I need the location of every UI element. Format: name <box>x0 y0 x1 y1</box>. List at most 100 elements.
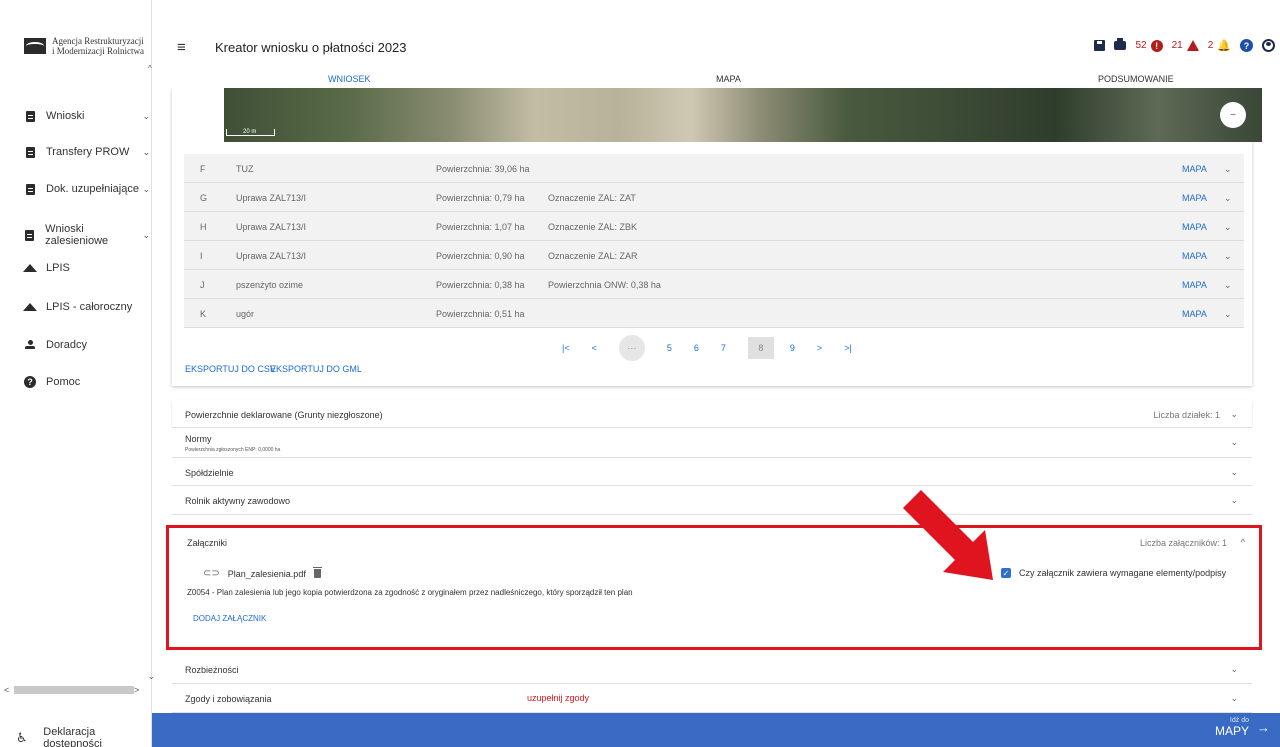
section-cooperatives[interactable]: Spółdzielnie ⌄ <box>172 458 1252 486</box>
chevron-down-icon[interactable]: ⌄ <box>1224 280 1232 291</box>
export-csv-link[interactable]: EKSPORTUJ DO CSV <box>185 364 276 374</box>
notifications-indicator[interactable]: 2 🔔 <box>1208 39 1231 52</box>
parcel-map-link[interactable]: MAPA <box>1182 222 1207 232</box>
sidebar-item-transfery-prow[interactable]: Transfery PROW ⌄ <box>24 146 150 158</box>
attachments-section: Załączniki Liczba załączników: 1 ^ ⊂⊃ Pl… <box>166 525 1262 650</box>
pager-ellipsis[interactable]: ··· <box>618 335 645 361</box>
logo-line2: i Modernizacji Rolnictwa <box>52 46 144 56</box>
chevron-down-icon[interactable]: ⌄ <box>1224 222 1232 233</box>
section-label: Zgody i zobowiązania <box>185 694 272 704</box>
error-icon: ! <box>1150 39 1163 52</box>
chevron-up-icon[interactable]: ^ <box>1241 537 1245 547</box>
section-sublabel: Powierzchnia zgłoszonych ENP: 0,0000 ha <box>185 447 281 453</box>
chevron-down-icon[interactable]: ⌄ <box>1224 309 1232 320</box>
chevron-down-icon[interactable]: ⌄ <box>1224 164 1232 175</box>
section-declared-areas[interactable]: Powierzchnie deklarowane (Grunty niezgło… <box>172 400 1252 428</box>
page-button[interactable]: 6 <box>694 343 699 353</box>
scroll-right-icon[interactable]: > <box>134 685 144 695</box>
parcel-map-link[interactable]: MAPA <box>1182 193 1207 203</box>
section-discrepancies[interactable]: Rozbieżności ⌄ <box>172 655 1252 684</box>
tab-mapa[interactable]: MAPA <box>716 74 741 84</box>
parcel-row-i[interactable]: I Uprawa ZAL713/I Powierzchnia: 0,90 ha … <box>184 241 1244 270</box>
sidebar-item-doradcy[interactable]: Doradcy <box>24 339 150 351</box>
chevron-down-icon[interactable]: ⌄ <box>1224 193 1232 204</box>
parcel-map-link[interactable]: MAPA <box>1182 309 1207 319</box>
required-elements-checkbox-row[interactable]: ✓ Czy załącznik zawiera wymagane element… <box>1001 568 1226 578</box>
parcel-row-j[interactable]: J pszenżyto ozime Powierzchnia: 0,38 ha … <box>184 270 1244 299</box>
print-button[interactable] <box>1114 38 1127 50</box>
accessibility-icon: ♿ <box>16 730 28 745</box>
export-gml-link[interactable]: EKSPORTUJ DO GML <box>270 364 362 374</box>
attachment-file-name[interactable]: Plan_zalesienia.pdf <box>228 569 306 579</box>
page-button[interactable]: 9 <box>790 343 795 353</box>
logo-text: Agencja Restrukturyzacji i Modernizacji … <box>52 36 144 56</box>
add-attachment-button[interactable]: DODAJ ZAŁĄCZNIK <box>193 614 266 623</box>
sidebar-item-dok-uzupelniajace[interactable]: Dok. uzupełniające ⌄ <box>24 183 150 195</box>
sidebar-item-lpis[interactable]: LPIS <box>23 262 150 274</box>
goto-map-button[interactable]: Idź do MAPY → <box>1215 717 1270 738</box>
parcel-map-link[interactable]: MAPA <box>1182 280 1207 290</box>
parcel-id: K <box>200 309 207 319</box>
arrow-right-icon: → <box>1257 720 1270 735</box>
sidebar-horizontal-scrollbar[interactable]: < > <box>4 684 148 696</box>
sidebar-item-label: LPIS <box>46 262 70 274</box>
parcel-area: Powierzchnia: 0,90 ha <box>436 251 525 261</box>
first-page-button[interactable]: |< <box>562 343 570 353</box>
parcel-area: Powierzchnia: 39,06 ha <box>436 164 530 174</box>
sidebar-item-label: Wnioski zalesieniowe <box>45 223 109 247</box>
bell-icon: 🔔 <box>1217 40 1231 52</box>
menu-icon[interactable]: ≡ <box>177 39 186 56</box>
arimr-logo[interactable]: Agencja Restrukturyzacji i Modernizacji … <box>24 36 144 56</box>
sidebar-item-pomoc[interactable]: ? Pomoc <box>24 376 150 388</box>
map-scale: 20 m <box>226 129 276 136</box>
section-label: Powierzchnie deklarowane (Grunty niezgło… <box>185 410 383 420</box>
accessibility-declaration-link[interactable]: ♿ Deklaracja dostępności <box>16 726 151 747</box>
section-active-farmer[interactable]: Rolnik aktywny zawodowo ⌄ <box>172 486 1252 515</box>
map-preview[interactable]: 20 m − <box>224 88 1262 142</box>
next-page-button[interactable]: > <box>817 343 822 353</box>
consents-warning: uzupełnij zgody <box>527 693 590 703</box>
warnings-indicator[interactable]: 21 <box>1172 40 1199 51</box>
errors-indicator[interactable]: 52 ! <box>1135 39 1163 52</box>
parcel-crop: ugór <box>236 309 255 319</box>
parcel-row-h[interactable]: H Uprawa ZAL713/I Powierzchnia: 1,07 ha … <box>184 212 1244 241</box>
chevron-down-icon[interactable]: ⌄ <box>1224 251 1232 262</box>
parcel-map-link[interactable]: MAPA <box>1182 251 1207 261</box>
section-norms[interactable]: Normy Powierzchnia zgłoszonych ENP: 0,00… <box>172 428 1252 458</box>
errors-count: 52 <box>1135 40 1147 51</box>
page-button[interactable]: 5 <box>667 343 672 353</box>
paperclip-icon: ⊂⊃ <box>203 568 220 579</box>
tab-wniosek[interactable]: WNIOSEK <box>328 74 371 84</box>
zoom-out-icon[interactable]: − <box>1220 102 1246 128</box>
scroll-left-icon[interactable]: < <box>4 685 14 695</box>
last-page-button[interactable]: >| <box>844 343 852 353</box>
parcel-row-f[interactable]: F TUZ Powierzchnia: 39,06 ha MAPA ⌄ <box>184 154 1244 183</box>
help-button[interactable]: ? <box>1240 39 1253 52</box>
tab-podsumowanie[interactable]: PODSUMOWANIE <box>1098 74 1174 84</box>
trash-icon[interactable] <box>312 567 322 578</box>
sidebar-item-wnioski[interactable]: Wnioski ⌄ <box>24 110 150 122</box>
parcel-row-g[interactable]: G Uprawa ZAL713/I Powierzchnia: 0,79 ha … <box>184 183 1244 212</box>
help-icon: ? <box>1240 39 1253 52</box>
parcel-crop: pszenżyto ozime <box>236 280 304 290</box>
parcel-crop: Uprawa ZAL713/I <box>236 251 307 261</box>
page-button[interactable]: 7 <box>721 343 726 353</box>
prev-page-button[interactable]: < <box>592 343 597 353</box>
parcel-extra: Oznaczenie ZAL: ZAT <box>548 193 636 203</box>
parcel-extra: Powierzchnia ONW: 0,38 ha <box>548 280 661 290</box>
attachments-count: Liczba załączników: 1 <box>1139 538 1227 548</box>
scrollbar-thumb[interactable] <box>14 686 134 694</box>
save-icon <box>1094 40 1106 51</box>
parcel-map-link[interactable]: MAPA <box>1182 164 1207 174</box>
sidebar-item-label: Wnioski <box>46 110 85 122</box>
section-consents[interactable]: Zgody i zobowiązania uzupełnij zgody ⌄ <box>172 684 1252 713</box>
attachment-file[interactable]: ⊂⊃ Plan_zalesienia.pdf <box>203 567 322 579</box>
sidebar-item-wnioski-zalesieniowe[interactable]: Wnioski zalesieniowe ⌄ <box>24 223 150 247</box>
save-button[interactable] <box>1094 40 1106 51</box>
parcel-row-k[interactable]: K ugór Powierzchnia: 0,51 ha MAPA ⌄ <box>184 299 1244 328</box>
account-button[interactable] <box>1262 39 1275 52</box>
chevron-down-icon: ⌄ <box>142 110 150 121</box>
sidebar-item-lpis-caloroczny[interactable]: LPIS - całoroczny <box>23 301 150 313</box>
mountain-icon <box>23 262 37 274</box>
section-count: Liczba działek: 1 <box>1153 410 1220 420</box>
